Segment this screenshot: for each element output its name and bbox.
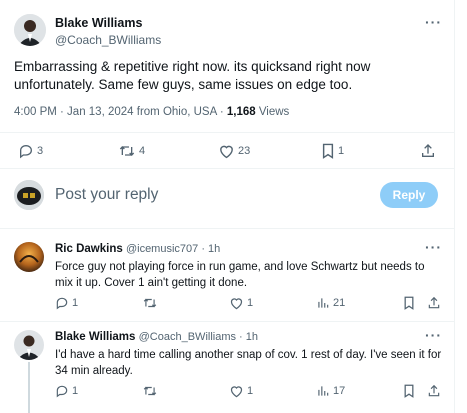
reply-text: I'd have a hard time calling another sna… <box>55 347 450 379</box>
heart-icon <box>230 386 243 398</box>
author-name[interactable]: Blake Williams <box>55 16 142 30</box>
reply-icon <box>56 297 68 310</box>
more-options-icon[interactable]: ··· <box>425 327 442 343</box>
share-icon <box>422 144 434 157</box>
reply-icon <box>56 385 68 398</box>
divider <box>0 228 455 229</box>
reply-text-line: mix it up. Cover 1 ain't getting it done… <box>55 277 248 289</box>
bookmark-icon <box>322 143 334 159</box>
divider <box>0 132 455 133</box>
reply-composer-input[interactable]: Post your reply <box>55 186 158 204</box>
like-count: 1 <box>247 385 254 397</box>
share-action[interactable] <box>420 143 436 159</box>
reply-header: Ric Dawkins @icemusic707 · 1h <box>55 243 220 255</box>
current-user-avatar[interactable] <box>14 180 44 210</box>
tweet-meta: 4:00 PM · Jan 13, 2024 from Ohio, USA · … <box>14 106 289 118</box>
reply-author-name[interactable]: Ric Dawkins <box>55 243 123 255</box>
reply-text-line: Force guy not playing force in run game,… <box>55 261 425 273</box>
like-action[interactable]: 1 <box>229 296 253 310</box>
author-avatar[interactable] <box>14 14 46 46</box>
reply-author-handle[interactable]: @icemusic707 · 1h <box>126 243 220 255</box>
like-count: 1 <box>247 297 254 309</box>
retweet-icon <box>143 386 157 396</box>
reply-action[interactable]: 1 <box>55 296 78 310</box>
heart-icon <box>220 145 233 159</box>
tweet-text: Embarrassing & repetitive right now. its… <box>14 58 444 94</box>
bookmark-icon <box>404 296 414 310</box>
analytics-icon <box>318 386 329 396</box>
thread-line <box>28 362 30 413</box>
share-icon <box>428 296 440 309</box>
bookmark-count: 1 <box>338 145 345 157</box>
views-count: 17 <box>333 385 346 397</box>
divider <box>0 168 455 169</box>
like-count: 23 <box>238 145 251 157</box>
reply-count: 1 <box>72 297 79 309</box>
tweet-detail-panel: Blake Williams @Coach_BWilliams ··· Emba… <box>0 0 455 413</box>
retweet-action[interactable] <box>142 296 161 310</box>
reply-count: 3 <box>37 145 44 157</box>
reply-button[interactable]: Reply <box>380 182 438 208</box>
more-options-icon[interactable]: ··· <box>425 239 442 255</box>
share-action[interactable] <box>427 296 441 310</box>
retweet-icon <box>143 298 157 308</box>
views-action[interactable]: 17 <box>316 384 345 398</box>
author-handle[interactable]: @Coach_BWilliams <box>55 33 161 47</box>
analytics-icon <box>318 298 329 308</box>
share-icon <box>428 384 440 397</box>
like-action[interactable]: 1 <box>229 384 253 398</box>
views-action[interactable]: 21 <box>316 296 345 310</box>
bookmark-action[interactable] <box>403 384 415 398</box>
tweet-text-line: Embarrassing & repetitive right now. its… <box>14 59 371 74</box>
like-action[interactable]: 23 <box>218 143 250 159</box>
more-options-icon[interactable]: ··· <box>425 14 442 30</box>
reply-author-avatar[interactable] <box>14 242 44 272</box>
retweet-count: 4 <box>139 145 146 157</box>
views-label: Views <box>255 106 290 118</box>
reply-text-line: 34 min already. <box>55 365 133 377</box>
views-count: 1,168 <box>226 106 256 118</box>
tweet-text-line: unfortunately. Same few guys, same issue… <box>14 77 353 92</box>
reply-text-line: I'd have a hard time calling another sna… <box>55 349 442 361</box>
reply-header: Blake Williams @Coach_BWilliams · 1h <box>55 331 258 343</box>
heart-icon <box>230 298 243 310</box>
tweet-timestamp[interactable]: 4:00 PM · Jan 13, 2024 from Ohio, USA · <box>14 106 227 118</box>
reply-author-name[interactable]: Blake Williams <box>55 331 135 343</box>
reply-author-handle[interactable]: @Coach_BWilliams · 1h <box>139 331 258 343</box>
reply-count: 1 <box>72 385 79 397</box>
retweet-action[interactable] <box>142 384 161 398</box>
bookmark-action[interactable]: 1 <box>321 143 344 159</box>
views-count: 21 <box>333 297 346 309</box>
bookmark-action[interactable] <box>403 296 415 310</box>
reply-action[interactable]: 1 <box>55 384 78 398</box>
share-action[interactable] <box>427 384 441 398</box>
reply-author-avatar[interactable] <box>14 330 44 360</box>
reply-action[interactable]: 3 <box>18 143 43 159</box>
bookmark-icon <box>404 384 414 398</box>
reply-text: Force guy not playing force in run game,… <box>55 259 447 291</box>
retweet-action[interactable]: 4 <box>118 143 145 159</box>
retweet-icon <box>119 146 135 156</box>
divider <box>0 321 455 322</box>
reply-icon <box>20 144 33 159</box>
